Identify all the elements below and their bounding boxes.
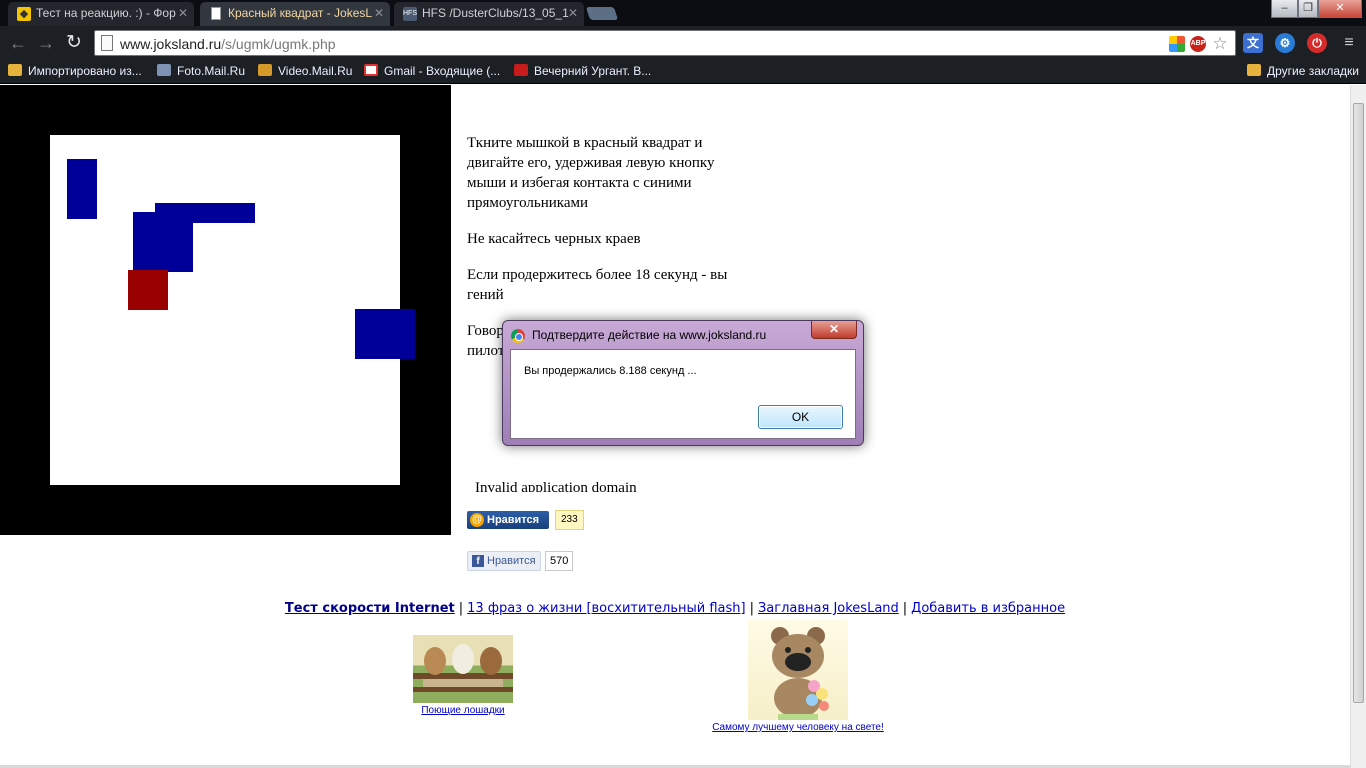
separator: | xyxy=(902,601,908,616)
separator: | xyxy=(458,601,464,616)
address-bar[interactable]: www.joksland.ru/s/ugmk/ugmk.php ABP ☆ xyxy=(94,30,1236,56)
youtube-icon xyxy=(514,64,528,76)
tab-red-square[interactable]: Красный квадрат - JokesL ✕ xyxy=(200,2,390,26)
bookmark-urgant[interactable]: Вечерний Ургант. В... xyxy=(514,63,651,79)
chrome-icon xyxy=(511,329,525,343)
horses-thumbnail[interactable] xyxy=(413,635,513,703)
horses-image xyxy=(413,644,513,692)
dialog-title: Подтвердите действие на www.joksland.ru xyxy=(532,328,767,342)
promo-horses-link[interactable]: Поющие лошадки xyxy=(421,705,504,716)
instruction-3: Если продержитесь более 18 секунд - вы г… xyxy=(467,267,728,303)
separator: | xyxy=(749,601,754,616)
blue-rectangle-4 xyxy=(355,309,415,359)
dialog-close-button[interactable]: ✕ xyxy=(811,321,857,339)
folder-icon xyxy=(8,64,22,76)
tab-title: Тест на реакцию. :) - Фор xyxy=(36,6,176,20)
gmail-icon xyxy=(364,64,378,76)
window-close-button[interactable]: ✕ xyxy=(1318,0,1362,18)
dialog-body: Вы продержались 8.188 секунд ... OK xyxy=(510,349,856,439)
blue-rectangle-1 xyxy=(67,159,97,219)
link-speed-test[interactable]: Тест скорости Internet xyxy=(285,601,455,616)
facebook-like-button[interactable]: f Нравится xyxy=(467,551,541,571)
bookmark-label: Video.Mail.Ru xyxy=(278,64,353,78)
url-host: www.joksland.ru xyxy=(120,36,222,52)
bookmark-foto-mail[interactable]: Foto.Mail.Ru xyxy=(157,63,245,79)
camera-icon xyxy=(157,64,171,76)
tab-close-icon[interactable]: ✕ xyxy=(374,2,384,24)
wrench-menu-icon[interactable]: ≡ xyxy=(1339,33,1359,53)
game-field xyxy=(50,135,400,485)
game-black-border[interactable] xyxy=(0,85,451,535)
bookmark-label: Foto.Mail.Ru xyxy=(177,64,246,78)
footer-links: Тест скорости Internet | 13 фраз о жизни [… xyxy=(0,601,1350,616)
power-icon[interactable]: ⏻ xyxy=(1307,33,1327,53)
bookmark-label: Импортировано из... xyxy=(28,64,142,78)
bookmark-gmail[interactable]: Gmail - Входящие (... xyxy=(364,63,500,79)
forward-arrow-icon[interactable]: → xyxy=(34,31,58,55)
maximize-button[interactable]: ❐ xyxy=(1298,0,1318,18)
back-arrow-icon[interactable]: ← xyxy=(6,31,30,55)
bookmark-video-mail[interactable]: Video.Mail.Ru xyxy=(258,63,352,79)
tab-close-icon[interactable]: ✕ xyxy=(568,2,578,24)
tab-strip: ◆ Тест на реакцию. :) - Фор ✕ Красный кв… xyxy=(0,0,1366,26)
extension-color-icon[interactable] xyxy=(1169,36,1185,52)
ok-button[interactable]: OK xyxy=(758,405,843,429)
instruction-2: Не касайтесь черных краев xyxy=(467,231,641,247)
bookmark-imported[interactable]: Импортировано из... xyxy=(8,63,142,79)
tab-title: Красный квадрат - JokesL xyxy=(228,6,373,20)
bear-thumbnail[interactable] xyxy=(748,620,848,720)
mail-like-count: 233 xyxy=(555,510,584,530)
bookmarks-bar: Импортировано из... Foto.Mail.Ru Video.M… xyxy=(0,60,1366,84)
confirm-dialog: Подтвердите действие на www.joksland.ru … xyxy=(502,320,864,446)
page-icon xyxy=(101,35,113,51)
folder-icon xyxy=(1247,64,1261,76)
new-tab-button[interactable] xyxy=(585,7,619,20)
tab-reaction-test[interactable]: ◆ Тест на реакцию. :) - Фор ✕ xyxy=(8,2,194,26)
tab-close-icon[interactable]: ✕ xyxy=(178,2,188,24)
bookmark-label: Другие закладки xyxy=(1267,64,1359,78)
tab-title: HFS /DusterClubs/13_05_1 xyxy=(422,6,569,20)
renault-icon: ◆ xyxy=(17,7,31,21)
facebook-like-count: 570 xyxy=(545,551,574,571)
blue-rectangle-3 xyxy=(155,203,255,223)
url-text[interactable]: www.joksland.ru/s/ugmk/ugmk.php xyxy=(120,36,336,52)
scrollbar-thumb[interactable] xyxy=(1353,103,1364,703)
mail-at-icon: @ xyxy=(470,513,484,527)
bookmark-label: Gmail - Входящие (... xyxy=(384,64,501,78)
translate-icon[interactable]: 文 xyxy=(1243,33,1263,53)
mail-like-label: Нравится xyxy=(487,514,540,526)
page-viewport: Ткните мышкой в красный квадрат и двигай… xyxy=(0,85,1350,768)
adblock-icon[interactable]: ABP xyxy=(1190,36,1206,52)
vertical-scrollbar[interactable] xyxy=(1350,85,1366,768)
facebook-icon: f xyxy=(472,555,484,567)
link-13-phrases[interactable]: 13 фраз о жизни [восхитительный flash] xyxy=(467,601,745,616)
red-square[interactable] xyxy=(128,270,168,310)
link-jokesland-home[interactable]: Заглавная JokesLand xyxy=(758,601,899,616)
promo-best-person[interactable]: Самому лучшему человеку на свете! xyxy=(700,620,896,733)
url-path: /s/ugmk/ugmk.php xyxy=(221,36,336,52)
facebook-like-label: Нравится xyxy=(487,555,536,567)
page-icon xyxy=(211,7,221,20)
promo-bear-link[interactable]: Самому лучшему человеку на свете! xyxy=(712,722,884,733)
video-icon xyxy=(258,64,272,76)
invalid-domain-message: Invalid application domain xyxy=(475,480,637,492)
hfs-icon: HFS xyxy=(403,7,417,21)
star-icon[interactable]: ☆ xyxy=(1212,35,1228,52)
tab-hfs[interactable]: HFS HFS /DusterClubs/13_05_1 ✕ xyxy=(394,2,584,26)
bookmark-label: Вечерний Ургант. В... xyxy=(534,64,652,78)
reload-icon[interactable]: ↻ xyxy=(62,31,86,55)
instruction-1: Ткните мышкой в красный квадрат и двигай… xyxy=(467,135,715,211)
link-add-favorites[interactable]: Добавить в избранное xyxy=(911,601,1065,616)
bear-with-flowers-image xyxy=(771,627,829,720)
bookmark-other[interactable]: Другие закладки xyxy=(1247,63,1359,79)
gear-icon[interactable]: ⚙ xyxy=(1275,33,1295,53)
mail-like-button[interactable]: @ Нравится xyxy=(467,511,549,529)
minimize-button[interactable]: – xyxy=(1271,0,1298,18)
dialog-message: Вы продержались 8.188 секунд ... xyxy=(524,365,697,377)
promo-singing-horses[interactable]: Поющие лошадки xyxy=(413,635,513,716)
browser-toolbar: ← → ↻ www.joksland.ru/s/ugmk/ugmk.php AB… xyxy=(0,26,1366,60)
